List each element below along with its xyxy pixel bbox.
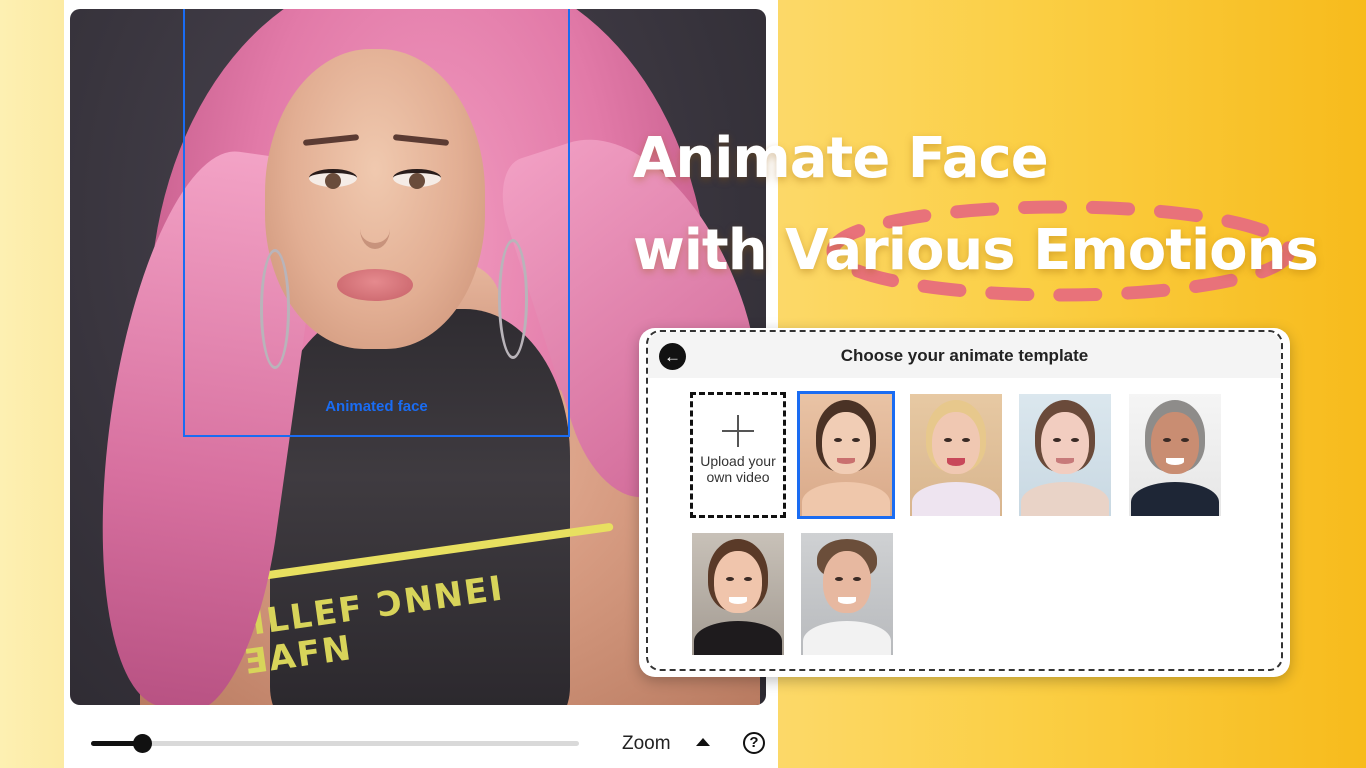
dialog-header: ← Choose your animate template bbox=[648, 332, 1281, 378]
zoom-slider-handle[interactable] bbox=[133, 734, 152, 753]
template-dialog-frame: ← Choose your animate template Upload yo… bbox=[646, 330, 1283, 671]
upload-video-button[interactable]: Upload your own video bbox=[690, 392, 786, 518]
plus-icon bbox=[722, 415, 754, 447]
help-icon[interactable]: ? bbox=[743, 732, 765, 754]
upload-video-label: Upload your own video bbox=[700, 453, 776, 485]
headline-line-2: with Various Emotions bbox=[633, 218, 1319, 283]
template-thumbnail-1[interactable] bbox=[797, 391, 895, 519]
zoom-toolbar: Zoom ? bbox=[64, 715, 778, 768]
template-thumbnail-2[interactable] bbox=[910, 394, 1002, 516]
template-thumbnail-6[interactable] bbox=[801, 533, 893, 655]
dialog-title: Choose your animate template bbox=[840, 346, 1089, 365]
face-detection-label: Animated face bbox=[325, 398, 428, 415]
face-detection-box[interactable]: Animated face bbox=[183, 9, 570, 437]
template-thumbnail-3[interactable] bbox=[1019, 394, 1111, 516]
caret-up-icon[interactable] bbox=[696, 738, 710, 746]
zoom-label[interactable]: Zoom bbox=[622, 733, 671, 755]
zoom-slider[interactable] bbox=[91, 734, 579, 753]
headline-line-1: Animate Face bbox=[633, 126, 1049, 191]
template-thumbnail-5[interactable] bbox=[692, 533, 784, 655]
template-dialog: ← Choose your animate template Upload yo… bbox=[639, 328, 1290, 677]
template-thumbnail-4[interactable] bbox=[1129, 394, 1221, 516]
